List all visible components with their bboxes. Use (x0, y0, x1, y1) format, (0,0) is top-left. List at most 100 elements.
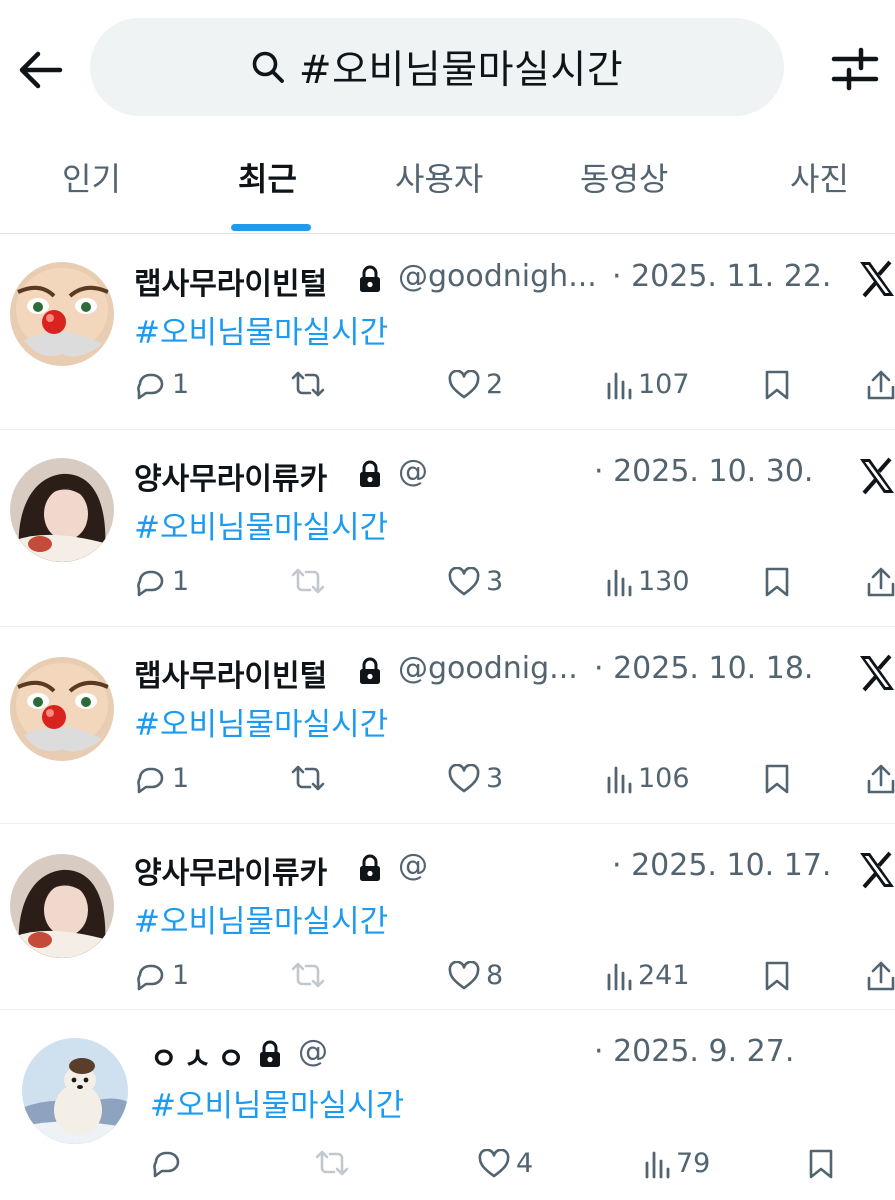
share-button[interactable] (866, 763, 895, 795)
search-query: #오비님물마실시간 (298, 48, 624, 93)
avatar-cartoon-icon (10, 262, 114, 366)
like-count: 8 (486, 960, 504, 991)
post-date[interactable]: · 2025. 10. 17. (612, 848, 831, 883)
author-name[interactable]: 랩사무라이빈털 (134, 651, 327, 695)
author-name[interactable]: ㅇㅅㅇ (150, 1034, 251, 1078)
tab-people[interactable]: 사용자 (395, 154, 483, 200)
x-logo-icon (860, 457, 894, 495)
like-button[interactable]: 3 (448, 566, 503, 597)
lock-icon (360, 265, 380, 292)
bookmark-button[interactable] (764, 566, 790, 598)
author-handle[interactable]: @goodnigh... (398, 259, 597, 294)
bookmark-button[interactable] (764, 369, 790, 401)
views-button[interactable]: 130 (606, 566, 690, 597)
avatar[interactable] (10, 657, 114, 761)
back-button[interactable] (14, 44, 66, 96)
reply-count: 1 (172, 960, 190, 991)
bookmark-button[interactable] (808, 1148, 834, 1180)
views-chart-icon (645, 1151, 670, 1178)
author-handle[interactable]: @ (398, 848, 428, 883)
reply-icon (137, 964, 164, 990)
views-chart-icon (607, 963, 632, 990)
avatar[interactable] (22, 1038, 128, 1144)
avatar[interactable] (10, 458, 114, 562)
reply-icon (137, 767, 164, 793)
tab-popular[interactable]: 인기 (62, 154, 121, 200)
tab-latest[interactable]: 최근 (238, 154, 297, 200)
like-button[interactable]: 3 (448, 763, 503, 794)
post-date[interactable]: · 2025. 11. 22. (612, 259, 831, 294)
lock-icon (260, 1040, 280, 1067)
post-item[interactable]: 랩사무라이빈털 @goodnig... · 2025. 10. 18. #오비님… (0, 627, 895, 824)
post-date[interactable]: · 2025. 9. 27. (594, 1034, 794, 1069)
views-button[interactable]: 79 (644, 1148, 710, 1179)
post-text[interactable]: #오비님물마실시간 (134, 896, 388, 941)
views-button[interactable]: 106 (606, 763, 690, 794)
author-handle[interactable]: @ (398, 454, 428, 489)
reply-button[interactable]: 1 (134, 566, 189, 597)
search-bar[interactable]: #오비님물마실시간 (90, 18, 784, 116)
arrow-left-icon (19, 51, 63, 89)
author-handle[interactable]: @ (298, 1034, 328, 1069)
bookmark-icon (765, 961, 789, 991)
post-text[interactable]: #오비님물마실시간 (134, 502, 388, 547)
post-item[interactable]: 양사무라이류카 @ · 2025. 10. 17. #오비님물마실시간 1 8 (0, 824, 895, 1010)
lock-icon (360, 657, 380, 684)
post-text[interactable]: #오비님물마실시간 (150, 1080, 404, 1125)
heart-icon (448, 960, 480, 989)
lock-icon (360, 460, 380, 487)
repost-icon (291, 371, 325, 397)
reply-button[interactable]: 1 (134, 960, 189, 991)
x-logo-icon (860, 654, 894, 692)
share-button[interactable] (866, 960, 895, 992)
heart-icon (448, 566, 480, 595)
author-handle[interactable]: @goodnig... (398, 651, 578, 686)
like-button[interactable]: 2 (448, 369, 503, 400)
search-tabs: 인기 최근 사용자 동영상 사진 (0, 132, 895, 234)
tab-videos[interactable]: 동영상 (580, 154, 668, 200)
repost-button[interactable] (290, 369, 332, 399)
bookmark-button[interactable] (764, 960, 790, 992)
repost-icon (291, 568, 325, 594)
like-button[interactable]: 4 (478, 1148, 533, 1179)
reply-count: 1 (172, 763, 190, 794)
share-button[interactable] (866, 566, 895, 598)
view-count: 106 (638, 763, 690, 794)
x-logo-icon (860, 260, 894, 298)
post-item[interactable]: 양사무라이류카 @ · 2025. 10. 30. #오비님물마실시간 1 3 (0, 430, 895, 627)
author-name[interactable]: 랩사무라이빈털 (134, 259, 327, 303)
post-date[interactable]: · 2025. 10. 18. (594, 651, 813, 686)
reply-button[interactable]: 1 (134, 369, 189, 400)
tab-photos[interactable]: 사진 (790, 154, 849, 200)
avatar-animal-icon (22, 1038, 128, 1144)
heart-icon (448, 369, 480, 398)
post-item[interactable]: ㅇㅅㅇ @ · 2025. 9. 27. #오비님물마실시간 4 79 (0, 1010, 895, 1200)
repost-button (314, 1148, 356, 1178)
post-date[interactable]: · 2025. 10. 30. (594, 454, 813, 489)
share-icon (867, 764, 895, 794)
views-button[interactable]: 241 (606, 960, 690, 991)
like-count: 2 (486, 369, 504, 400)
author-name[interactable]: 양사무라이류카 (134, 848, 327, 892)
repost-button[interactable] (290, 763, 332, 793)
views-button[interactable]: 107 (606, 369, 690, 400)
like-button[interactable]: 8 (448, 960, 503, 991)
reply-button[interactable]: 1 (134, 763, 189, 794)
views-chart-icon (607, 372, 632, 399)
post-item[interactable]: 랩사무라이빈털 @goodnigh... · 2025. 11. 22. #오비… (0, 235, 895, 430)
reply-button[interactable] (150, 1148, 188, 1178)
bookmark-button[interactable] (764, 763, 790, 795)
avatar[interactable] (10, 262, 114, 366)
share-button[interactable] (866, 369, 895, 401)
reply-count: 1 (172, 566, 190, 597)
view-count: 107 (638, 369, 690, 400)
author-name[interactable]: 양사무라이류카 (134, 454, 327, 498)
search-filter-button[interactable] (828, 44, 882, 94)
share-icon (867, 961, 895, 991)
post-text[interactable]: #오비님물마실시간 (134, 699, 388, 744)
view-count: 130 (638, 566, 690, 597)
bookmark-icon (765, 370, 789, 400)
avatar[interactable] (10, 854, 114, 958)
post-text[interactable]: #오비님물마실시간 (134, 307, 388, 352)
views-chart-icon (607, 569, 632, 596)
